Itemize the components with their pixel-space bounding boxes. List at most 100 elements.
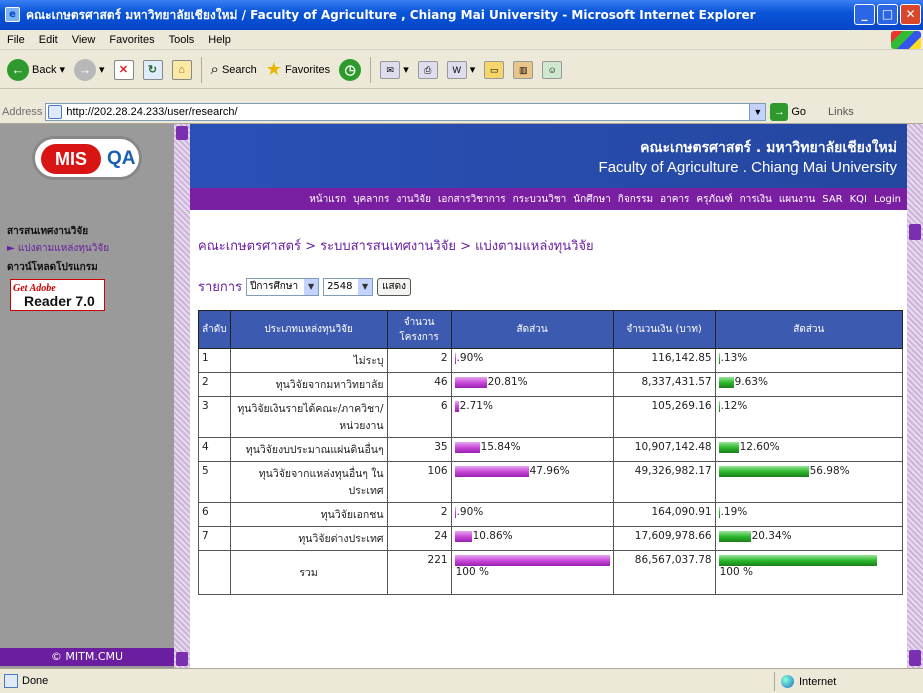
edit-button[interactable]: W ▾ bbox=[444, 54, 479, 86]
nav-item-2[interactable]: งานวิจัย bbox=[396, 192, 431, 207]
fund-source-table: ลำดับ ประเภทแหล่งทุนวิจัย จำนวนโครงการ ส… bbox=[198, 310, 904, 595]
nav-item-9[interactable]: การเงิน bbox=[740, 192, 772, 207]
scroll-up-icon[interactable] bbox=[909, 224, 921, 240]
count-share-bar bbox=[454, 465, 529, 477]
count-share-label: 2.71% bbox=[459, 400, 493, 412]
fund-source-link[interactable]: ทุนวิจัยงบประมาณแผ่นดินอื่นๆ bbox=[229, 437, 388, 462]
project-count: 6 bbox=[386, 396, 452, 438]
nav-item-8[interactable]: ครุภัณฑ์ bbox=[696, 192, 732, 207]
minimize-button[interactable]: _ bbox=[854, 4, 875, 25]
search-icon: ⌕ bbox=[210, 61, 219, 78]
breadcrumb: คณะเกษตรศาสตร์ > ระบบสารสนเทศงานวิจัย > … bbox=[198, 239, 594, 254]
row-index: 4 bbox=[198, 437, 231, 462]
nav-item-5[interactable]: นักศึกษา bbox=[573, 192, 611, 207]
history-button[interactable]: ◷ bbox=[336, 54, 364, 86]
col-header-count-share: สัดส่วน bbox=[450, 310, 614, 349]
stop-button[interactable]: ✕ bbox=[111, 54, 137, 86]
search-button[interactable]: ⌕ Search bbox=[208, 54, 260, 86]
fund-source-link[interactable]: ทุนวิจัยจากมหาวิทยาลัย bbox=[229, 372, 388, 397]
refresh-button[interactable]: ↻ bbox=[140, 54, 166, 86]
nav-item-7[interactable]: อาคาร bbox=[660, 192, 689, 207]
scroll-up-icon[interactable] bbox=[176, 126, 188, 140]
count-share-cell: 15.84% bbox=[450, 437, 614, 462]
fund-source-link[interactable]: ทุนวิจัยเอกชน bbox=[229, 502, 388, 527]
fund-source-link[interactable]: ไม่ระบุ bbox=[229, 348, 388, 373]
research-button[interactable]: ▥ bbox=[510, 54, 536, 86]
chevron-down-icon: ▼ bbox=[358, 278, 373, 295]
discuss-button[interactable]: ▭ bbox=[481, 54, 507, 86]
menu-favorites[interactable]: Favorites bbox=[102, 34, 161, 46]
menu-view[interactable]: View bbox=[65, 34, 103, 46]
menu-tools[interactable]: Tools bbox=[162, 34, 202, 46]
nav-item-3[interactable]: เอกสารวิชาการ bbox=[438, 192, 506, 207]
show-button[interactable]: แสดง bbox=[377, 277, 411, 296]
page-icon bbox=[48, 104, 63, 119]
year-select[interactable]: 2548 ▼ bbox=[323, 277, 374, 296]
status-text: Done bbox=[22, 675, 49, 687]
menu-edit[interactable]: Edit bbox=[32, 34, 65, 46]
period-type-select[interactable]: ปีการศึกษา ▼ bbox=[246, 277, 320, 296]
messenger-button[interactable]: ☺ bbox=[539, 54, 565, 86]
project-count: 24 bbox=[386, 526, 452, 551]
mail-button[interactable]: ✉ ▾ bbox=[377, 54, 412, 86]
left-frame-scrollbar[interactable] bbox=[174, 124, 190, 668]
col-header-index: ลำดับ bbox=[198, 310, 231, 349]
close-button[interactable]: ✕ bbox=[900, 4, 921, 25]
fund-source-link[interactable]: ทุนวิจัยต่างประเทศ bbox=[229, 526, 388, 551]
amount-share-cell: .12% bbox=[714, 396, 904, 438]
table-header-row: ลำดับ ประเภทแหล่งทุนวิจัย จำนวนโครงการ ส… bbox=[198, 310, 904, 349]
amount-share-bar bbox=[718, 400, 720, 412]
links-button[interactable]: Links bbox=[828, 106, 854, 118]
folder-icon: ▭ bbox=[484, 60, 505, 79]
maximize-button[interactable]: □ bbox=[877, 4, 898, 25]
home-button[interactable]: ⌂ bbox=[169, 54, 195, 86]
print-button[interactable]: ⎙ bbox=[415, 54, 441, 86]
banner-english-title: Faculty of Agriculture . Chiang Mai Univ… bbox=[598, 159, 897, 176]
filter-row: รายการ ปีการศึกษา ▼ 2548 ▼ แสดง bbox=[198, 276, 411, 297]
count-share-label: 15.84% bbox=[480, 441, 521, 453]
fund-amount: 164,090.91 bbox=[612, 502, 716, 527]
nav-item-11[interactable]: SAR bbox=[822, 194, 842, 205]
count-share-cell: .90% bbox=[450, 348, 614, 373]
sidebar-item-by-fund-source[interactable]: ► แบ่งตามแหล่งทุนวิจัย bbox=[7, 241, 109, 256]
refresh-icon: ↻ bbox=[142, 59, 163, 80]
address-dropdown-icon[interactable]: ▼ bbox=[749, 103, 766, 120]
row-index: 2 bbox=[198, 372, 231, 397]
col-header-source: ประเภทแหล่งทุนวิจัย bbox=[229, 310, 388, 349]
row-index: 6 bbox=[198, 502, 231, 527]
back-button[interactable]: ← Back ▾ bbox=[4, 54, 68, 86]
count-share-label: 100 % bbox=[455, 566, 489, 578]
nav-item-1[interactable]: บุคลากร bbox=[353, 192, 389, 207]
amount-share-label: .13% bbox=[720, 352, 748, 364]
count-share-label: 20.81% bbox=[487, 376, 528, 388]
forward-button[interactable]: → ▾ bbox=[71, 54, 108, 86]
table-row: 6 ทุนวิจัยเอกชน 2 .90% 164,090.91 .19% bbox=[198, 502, 904, 527]
faculty-banner: คณะเกษตรศาสตร์ . มหาวิทยาลัยเชียงใหม่ Fa… bbox=[190, 124, 907, 188]
window-title: คณะเกษตรศาสตร์ มหาวิทยาลัยเชียงใหม่ / Fa… bbox=[26, 7, 756, 22]
fund-source-link[interactable]: ทุนวิจัยจากแหล่งทุนอื่นๆ ในประเทศ bbox=[229, 461, 388, 503]
address-input[interactable]: http://202.28.24.233/user/research/ ▼ bbox=[45, 102, 767, 121]
scroll-down-icon[interactable] bbox=[176, 652, 188, 666]
amount-share-label: .12% bbox=[720, 400, 748, 412]
project-count: 46 bbox=[386, 372, 452, 397]
scroll-down-icon[interactable] bbox=[909, 650, 921, 666]
nav-item-6[interactable]: กิจกรรม bbox=[618, 192, 653, 207]
main-scrollbar[interactable] bbox=[907, 124, 923, 668]
menu-file[interactable]: File bbox=[0, 34, 32, 46]
row-index: 5 bbox=[198, 461, 231, 503]
favorites-button[interactable]: ★ Favorites bbox=[263, 54, 333, 86]
nav-item-10[interactable]: แผนงาน bbox=[779, 192, 815, 207]
nav-item-12[interactable]: KQI bbox=[850, 194, 867, 205]
count-share-bar bbox=[454, 376, 487, 388]
amount-share-cell: 100 % bbox=[714, 550, 904, 595]
menu-bar: File Edit View Favorites Tools Help bbox=[0, 30, 923, 50]
menu-help[interactable]: Help bbox=[201, 34, 238, 46]
amount-share-label: .19% bbox=[720, 506, 748, 518]
project-count: 35 bbox=[386, 437, 452, 462]
nav-item-0[interactable]: หน้าแรก bbox=[309, 192, 346, 207]
nav-item-13[interactable]: Login bbox=[874, 194, 901, 205]
fund-source-link[interactable]: ทุนวิจัยเงินรายได้คณะ/ภาควิชา/หน่วยงาน bbox=[229, 396, 388, 438]
adobe-reader-badge[interactable]: Get Adobe Reader 7.0 bbox=[10, 279, 105, 311]
go-button[interactable]: → Go bbox=[770, 102, 806, 121]
nav-item-4[interactable]: กระบวนวิชา bbox=[513, 192, 567, 207]
